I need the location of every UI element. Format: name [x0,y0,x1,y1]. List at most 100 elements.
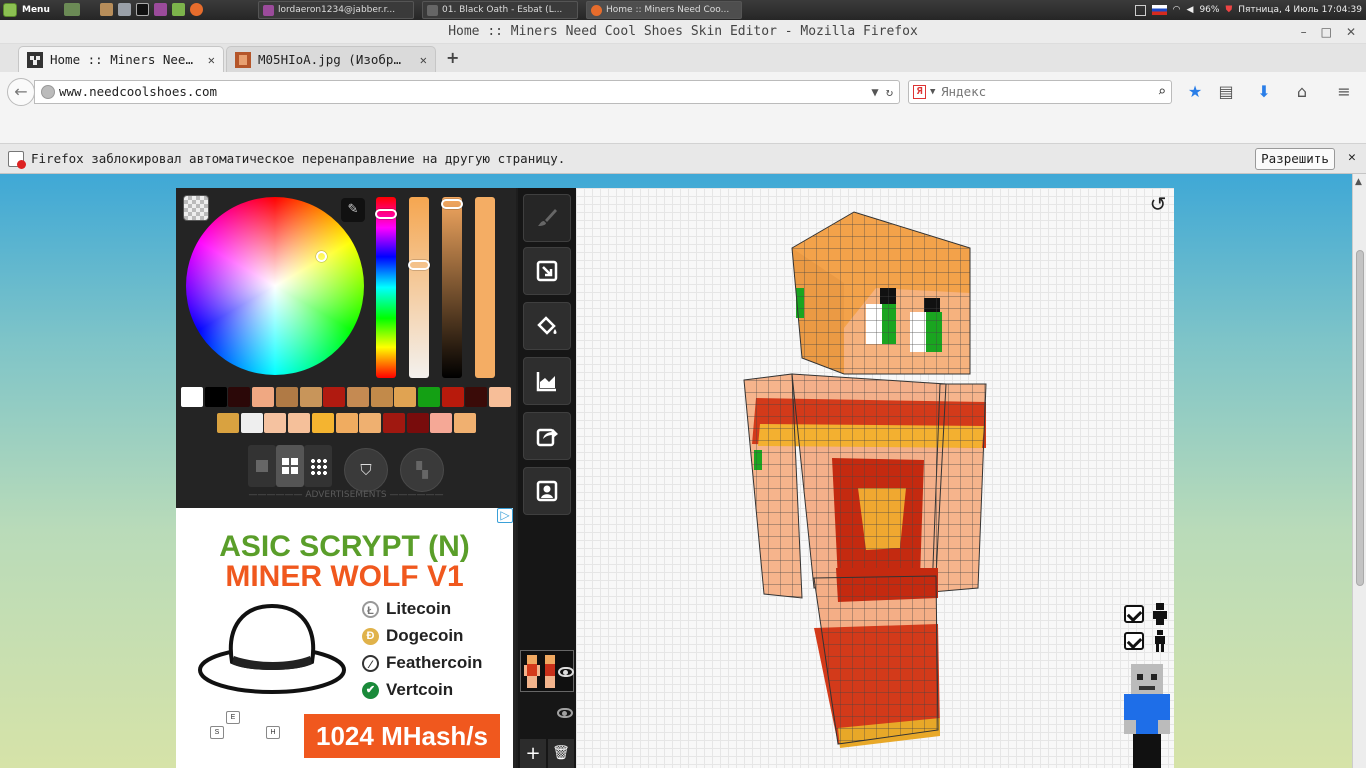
terminal-icon[interactable] [136,3,149,16]
new-tab-button[interactable]: + [446,48,459,67]
tab-home[interactable]: Home :: Miners Nee… ✕ [18,46,224,72]
layer-row-empty[interactable] [520,696,574,732]
color-swatch[interactable] [454,413,476,433]
menu-icon[interactable]: ≡ [1333,81,1355,103]
add-layer-button[interactable]: + [520,739,546,768]
color-swatch[interactable] [465,387,488,407]
color-wheel[interactable] [186,197,364,375]
adchoices-icon[interactable]: ▷ [497,508,513,523]
brush-size-1[interactable] [248,445,276,487]
scroll-up-icon[interactable]: ▲ [1355,177,1362,187]
delete-layer-icon[interactable]: 🗑 [548,739,574,768]
scrollbar-thumb[interactable] [1356,250,1364,586]
advertisement-banner[interactable]: ▷ ASIC SCRYPT (N) MINER WOLF V1 E S H ŁL… [176,508,513,768]
back-button[interactable]: ← [7,78,35,106]
color-swatch[interactable] [394,387,417,407]
color-swatch[interactable] [406,413,429,433]
color-swatch[interactable] [181,387,203,407]
color-swatch[interactable] [299,387,322,407]
color-swatch[interactable] [382,413,405,433]
color-swatch[interactable] [441,387,464,407]
layer-thumbnail[interactable] [520,650,574,692]
color-swatch[interactable] [228,387,251,407]
keyboard-layout-flag-icon[interactable] [1151,5,1167,15]
minimize-icon[interactable]: – [1301,25,1307,39]
color-swatch[interactable] [252,387,275,407]
close-icon[interactable]: ✕ [1346,25,1356,39]
battery-label[interactable]: 96% [1199,5,1219,15]
color-swatch[interactable] [418,387,440,407]
home-icon[interactable]: ⌂ [1291,81,1313,103]
eyedropper-icon[interactable]: ✎ [341,198,365,222]
default-skin-preview[interactable] [1124,664,1170,768]
bookmarks-list-icon[interactable]: ▤ [1215,81,1237,103]
firefox-icon[interactable] [190,3,203,16]
yandex-icon[interactable]: Я [913,85,926,99]
tab-image[interactable]: M05HIoA.jpg (Изобр… ✕ [226,46,436,72]
color-swatch[interactable] [370,387,393,407]
skin-3d-model[interactable] [576,188,1174,768]
fill-tool[interactable] [523,302,571,350]
volume-icon[interactable]: ◀ [1187,5,1194,15]
url-bar[interactable]: www.needcoolshoes.com ▼ ↻ [34,80,900,104]
clock[interactable]: Пятница, 4 Июль 17:04:39 [1238,5,1362,15]
brush-size-3[interactable] [304,445,332,487]
brightness-slider-knob[interactable] [441,199,463,209]
show-desktop-icon[interactable] [64,3,80,16]
account-tool[interactable] [523,467,571,515]
allow-button[interactable]: Разрешить [1255,148,1335,170]
color-swatch[interactable] [275,387,298,407]
layer-visibility-eye-icon[interactable] [558,667,574,677]
mirror-toggle-button[interactable]: ⛉ [344,448,388,492]
download-icon[interactable]: ⬇ [1253,81,1275,103]
task-player[interactable]: 01. Black Oath - Esbat (L... [422,1,578,19]
color-swatch[interactable] [346,387,369,407]
color-swatch[interactable] [430,413,453,433]
color-wheel-picker[interactable] [316,251,327,262]
color-swatch[interactable] [359,413,382,433]
hue-slider[interactable] [375,197,397,378]
color-swatch[interactable] [204,387,227,407]
transparent-color-button[interactable] [183,195,209,221]
chart-tool[interactable] [523,357,571,405]
3d-viewport[interactable] [576,188,1174,768]
share-tool[interactable] [523,412,571,460]
hue-slider-knob[interactable] [375,209,397,219]
color-swatch[interactable] [240,413,263,433]
shield-icon[interactable]: ⛊ [1225,5,1232,15]
vertical-scrollbar[interactable]: ▲ [1352,174,1366,768]
overlay-layer-checkbox[interactable] [1124,605,1144,623]
select-tool[interactable] [523,247,571,295]
layer-visibility-eye-icon[interactable] [557,708,573,718]
maximize-icon[interactable]: □ [1321,25,1332,39]
wifi-icon[interactable]: ◠ [1173,5,1181,15]
task-firefox[interactable]: Home :: Miners Need Coo... [586,1,742,19]
color-swatch[interactable] [335,413,358,433]
bookmark-star-icon[interactable]: ★ [1184,81,1206,103]
brightness-slider[interactable] [441,197,463,378]
files-icon[interactable] [100,3,113,16]
url-dropdown-reload-icon[interactable]: ▼ ↻ [871,81,893,103]
settings-icon[interactable] [118,3,131,16]
color-swatch[interactable] [323,387,346,407]
close-notification-icon[interactable]: ✕ [1348,150,1356,165]
brush-tool[interactable] [523,194,571,242]
search-bar[interactable]: Я ▼ Яндекс ⌕ [908,80,1172,104]
color-swatch[interactable] [311,413,334,433]
noise-toggle-button[interactable]: ▚ [400,448,444,492]
close-tab-icon[interactable]: ✕ [208,53,215,67]
color-swatch[interactable] [489,387,512,407]
saturation-slider-knob[interactable] [408,260,430,270]
network-icon[interactable] [1134,4,1146,16]
reset-view-icon[interactable]: ↺ [1147,193,1169,215]
search-engine-dropdown-icon[interactable]: ▼ [930,81,935,103]
pidgin-icon[interactable] [154,3,167,16]
task-pidgin[interactable]: lordaeron1234@jabber.r... [258,1,414,19]
base-layer-checkbox[interactable] [1124,632,1144,650]
close-tab-icon[interactable]: ✕ [420,53,427,67]
start-menu-button[interactable]: Menu [3,2,50,18]
brush-size-2[interactable] [276,445,304,487]
folder-icon[interactable] [172,3,185,16]
color-swatch[interactable] [264,413,287,433]
color-swatch[interactable] [288,413,311,433]
